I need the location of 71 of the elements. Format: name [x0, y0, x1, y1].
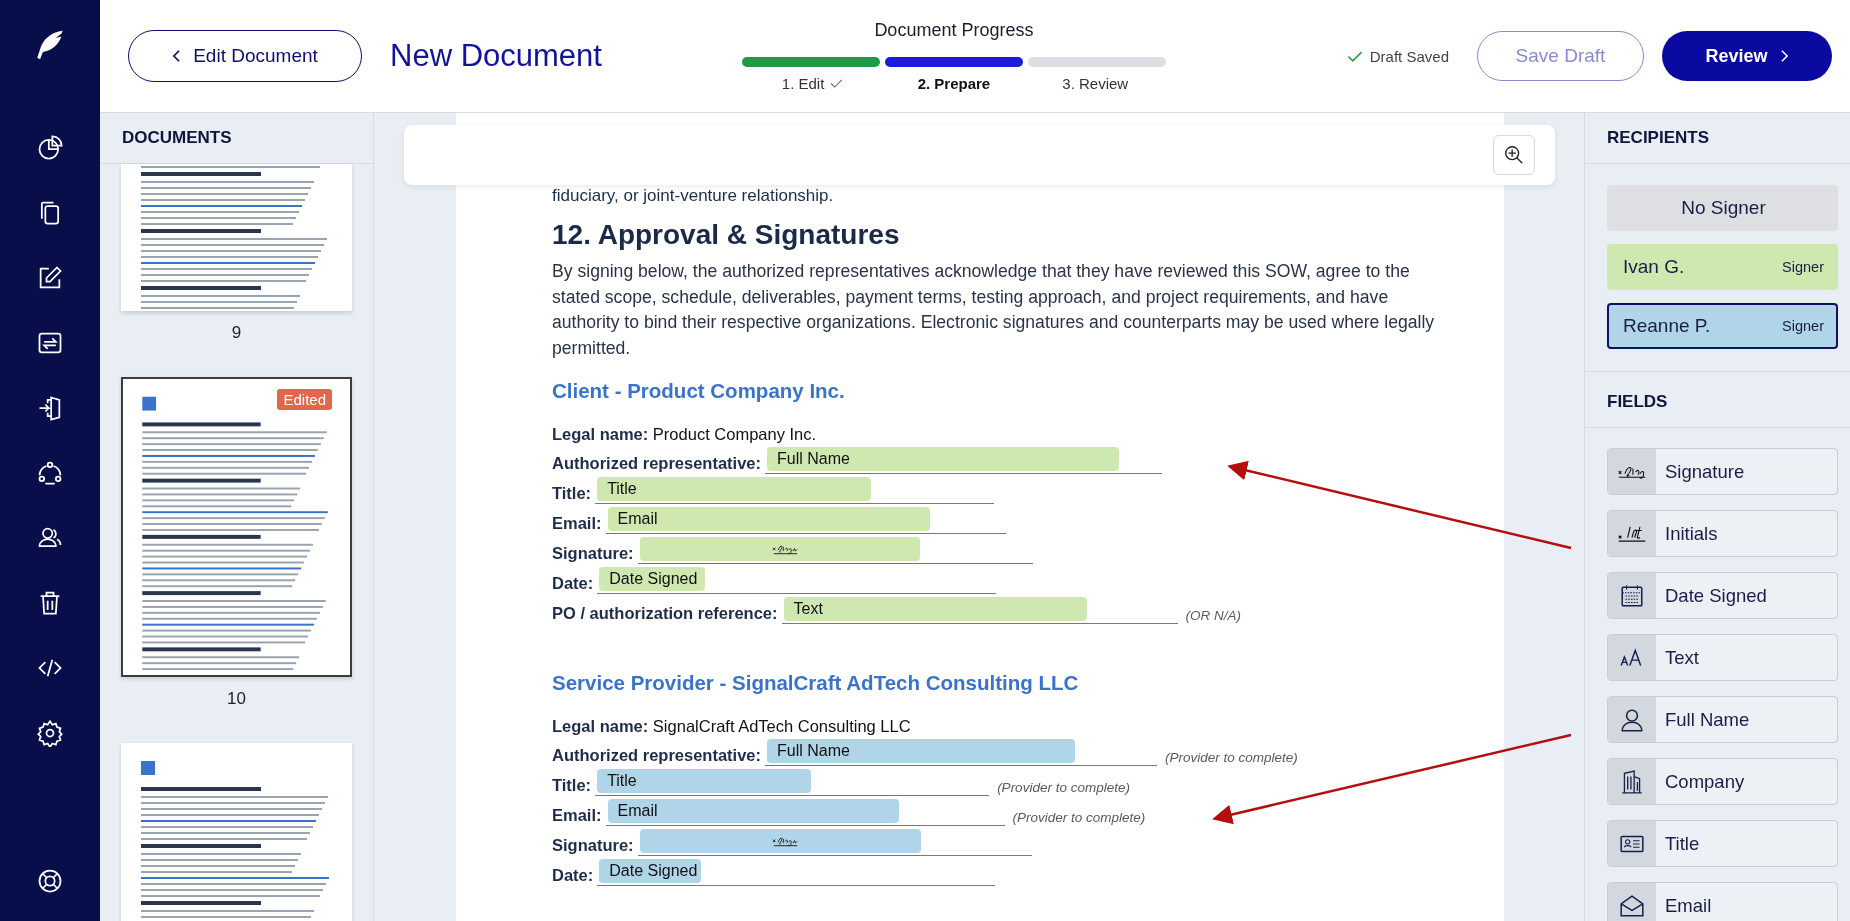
- placed-field[interactable]: Email: [607, 506, 930, 531]
- legal-name-text: Legal name: SignalCraft AdTech Consulting LLC: [552, 716, 911, 736]
- field-item[interactable]: Signature: [1607, 448, 1838, 495]
- signature-icon: [772, 834, 799, 848]
- save-status: Draft Saved: [1369, 47, 1449, 65]
- field-label: Signature:: [552, 543, 634, 564]
- field-label: Date:: [552, 573, 594, 594]
- progress-step: 2. Prepare: [917, 75, 991, 92]
- field-label: Title:: [552, 775, 592, 796]
- document-title: New Document: [390, 38, 602, 74]
- field-item[interactable]: Company: [1607, 758, 1838, 805]
- progress-step: 1. Edit: [781, 75, 825, 92]
- field-note: (Provider to complete): [1012, 809, 1146, 826]
- placed-field[interactable]: Title: [597, 768, 812, 793]
- review-button[interactable]: Review: [1662, 31, 1832, 81]
- help-icon[interactable]: [36, 867, 64, 895]
- party-heading: Service Provider - SignalCraft AdTech Consulting LLC: [552, 669, 1080, 696]
- document-paragraph: By signing below, the authorized representatives acknowledge that they have reviewed this SOW, agree to the stated scope, schedule, deliverables, payment terms, testing approach, and project requirements, and have authority to bind their respective organizations. Electronic signatures and counterparts may be used where legally permitted.: [552, 260, 1436, 361]
- field-label: Title:: [552, 483, 592, 504]
- field-item[interactable]: Full Name: [1607, 696, 1838, 743]
- page-number: 9: [231, 323, 242, 343]
- panel-heading: RECIPIENTS: [1585, 113, 1850, 164]
- field-note: (Provider to complete): [1165, 749, 1298, 766]
- page-thumbnail[interactable]: [121, 164, 352, 311]
- placed-field[interactable]: [639, 536, 920, 561]
- progress-label: Document Progress: [874, 20, 1034, 41]
- logo-icon: [142, 396, 157, 411]
- field-note: (Provider to complete): [997, 779, 1130, 796]
- logo-icon: [141, 761, 155, 775]
- chevron-left-icon: [172, 49, 182, 63]
- check-icon: [1346, 50, 1363, 62]
- zoom-in-button[interactable]: [1493, 135, 1535, 175]
- field-label: Authorized representative:: [552, 745, 762, 766]
- field-label: Date:: [552, 865, 594, 886]
- field-label: Email:: [552, 513, 602, 534]
- field-item[interactable]: Email: [1607, 882, 1838, 921]
- party-heading: Client - Product Company Inc.: [552, 377, 846, 404]
- legal-name-text: Legal name: Product Company Inc.: [552, 424, 817, 444]
- panel-heading: FIELDS: [1585, 377, 1850, 428]
- field-item[interactable]: Title: [1607, 820, 1838, 867]
- recipient-item[interactable]: Reanne P. Signer: [1607, 303, 1838, 349]
- field-label: Authorized representative:: [552, 453, 762, 474]
- field-label: Email:: [552, 805, 602, 826]
- field-item[interactable]: Text: [1607, 634, 1838, 681]
- field-label: Signature:: [552, 835, 634, 856]
- users-network-icon[interactable]: [36, 459, 64, 487]
- progress-step: 3. Review: [1062, 75, 1129, 92]
- page-number: 10: [227, 689, 246, 709]
- field-item[interactable]: Date Signed: [1607, 572, 1838, 619]
- placed-field[interactable]: Date Signed: [599, 566, 706, 591]
- edited-badge: Edited: [277, 389, 332, 410]
- field-item[interactable]: Initials: [1607, 510, 1838, 557]
- signature-icon: [771, 542, 798, 556]
- field-label: PO / authorization reference:: [552, 603, 778, 624]
- zoom-in-icon: [1503, 144, 1525, 166]
- settings-icon[interactable]: [36, 719, 64, 747]
- placed-field[interactable]: Text: [783, 596, 1087, 621]
- document-text: fiduciary, or joint-venture relationship.: [552, 185, 835, 207]
- recipient-item[interactable]: No Signer: [1607, 185, 1838, 231]
- placed-field[interactable]: Title: [597, 476, 872, 501]
- placed-field[interactable]: Date Signed: [599, 858, 702, 883]
- pie-chart-icon[interactable]: [36, 134, 64, 162]
- placed-field[interactable]: Full Name: [767, 446, 1120, 471]
- chevron-right-icon: [1779, 49, 1789, 63]
- placed-field[interactable]: [639, 828, 921, 853]
- section-heading: 12. Approval & Signatures: [552, 218, 901, 252]
- edit-document-button[interactable]: Edit Document: [128, 30, 362, 82]
- placed-field[interactable]: Email: [607, 798, 899, 823]
- field-note: (OR N/A): [1185, 607, 1242, 624]
- recipient-item[interactable]: Ivan G. Signer: [1607, 244, 1838, 290]
- placed-field[interactable]: Full Name: [767, 738, 1076, 763]
